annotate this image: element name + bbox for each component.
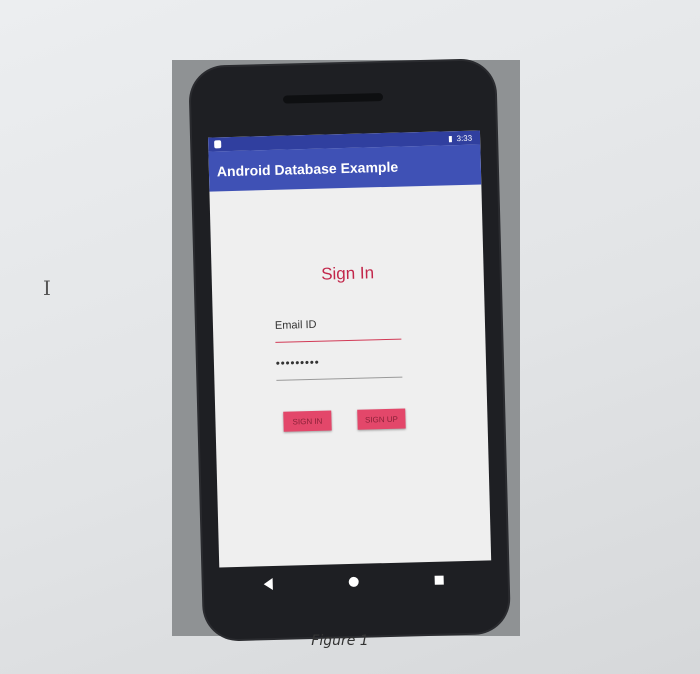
notification-icon <box>214 140 222 149</box>
navigation-bar <box>263 568 444 597</box>
status-time: 3:33 <box>456 133 473 143</box>
email-field[interactable]: Email ID <box>274 316 402 343</box>
sign-in-button[interactable]: SIGN IN <box>283 410 332 432</box>
figure-caption: Figure 1 <box>311 633 369 649</box>
phone-speaker <box>282 92 384 104</box>
battery-icon: ▮ <box>448 133 453 143</box>
recents-icon[interactable] <box>434 575 444 585</box>
app-title: Android Database Example <box>216 158 399 180</box>
app-screen: ▮ 3:33 Android Database Example Sign In … <box>208 130 492 568</box>
email-placeholder: Email ID <box>274 318 317 332</box>
password-value: ••••••••• <box>275 356 320 370</box>
home-icon[interactable] <box>348 576 359 588</box>
back-icon[interactable] <box>263 578 273 591</box>
sign-in-title: Sign In <box>320 263 375 284</box>
password-field[interactable]: ••••••••• <box>275 354 403 381</box>
phone-device: ▮ 3:33 Android Database Example Sign In … <box>190 60 510 640</box>
sign-up-button[interactable]: SIGN UP <box>357 408 406 430</box>
text-cursor-icon: I <box>43 276 51 300</box>
app-bar: Android Database Example <box>208 144 482 192</box>
